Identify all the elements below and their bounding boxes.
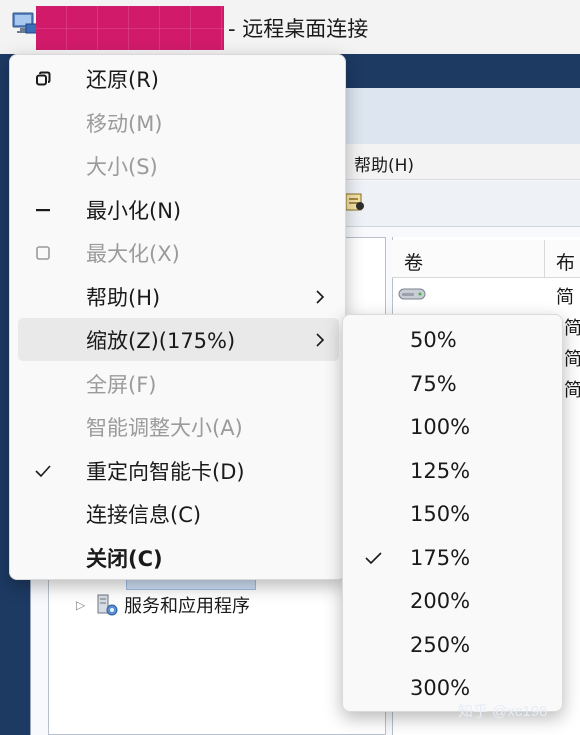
- disk-drive-icon: [398, 288, 426, 300]
- zoom-option-125[interactable]: 125%: [349, 449, 558, 492]
- remote-menu-help[interactable]: 帮助(H): [354, 151, 414, 176]
- menu-item-fullscreen[interactable]: 全屏(F): [18, 362, 339, 405]
- window-title: - 远程桌面连接: [228, 17, 369, 41]
- column-header-layout[interactable]: 布: [556, 248, 575, 275]
- maximize-icon: [32, 242, 54, 264]
- column-separator[interactable]: [544, 240, 545, 278]
- remote-app-menubar: 帮助(H): [340, 144, 580, 180]
- menu-item-smart-sizing[interactable]: 智能调整大小(A): [18, 405, 339, 448]
- menu-item-move[interactable]: 移动(M): [18, 101, 339, 144]
- menu-item-connection-info[interactable]: 连接信息(C): [18, 492, 339, 535]
- menu-item-help[interactable]: 帮助(H): [18, 275, 339, 318]
- menu-item-maximize[interactable]: 最大化(X): [18, 231, 339, 274]
- toolbar-properties-icon[interactable]: [344, 191, 366, 213]
- chevron-right-icon: [316, 289, 325, 304]
- zoom-submenu: 50% 75% 100% 125% 150% 175% 200% 250% 30…: [342, 314, 563, 712]
- menu-item-redirect-smartcard[interactable]: 重定向智能卡(D): [18, 449, 339, 492]
- tree-item-services[interactable]: ▷ 服务和应用程序: [76, 590, 250, 620]
- menu-item-close[interactable]: 关闭(C): [18, 536, 339, 579]
- check-icon: [365, 551, 382, 564]
- remote-app-toolbar: [340, 181, 580, 227]
- list-cell-layout: 简: [556, 287, 574, 308]
- chevron-right-icon: [316, 332, 325, 347]
- list-cell-layout: 简: [564, 349, 580, 370]
- zoom-option-250[interactable]: 250%: [349, 623, 558, 666]
- expand-arrow-icon[interactable]: ▷: [76, 598, 90, 612]
- zoom-option-150[interactable]: 150%: [349, 492, 558, 535]
- menu-item-size[interactable]: 大小(S): [18, 144, 339, 187]
- zoom-option-50[interactable]: 50%: [349, 318, 558, 361]
- list-cell-layout: 简: [564, 380, 580, 401]
- zoom-option-200[interactable]: 200%: [349, 579, 558, 622]
- tree-item-label: 服务和应用程序: [124, 596, 250, 617]
- menu-item-zoom[interactable]: 缩放(Z)(175%): [18, 318, 339, 361]
- menu-item-minimize[interactable]: 最小化(N): [18, 188, 339, 231]
- check-icon: [32, 460, 54, 482]
- restore-icon: [32, 68, 54, 90]
- zoom-option-75[interactable]: 75%: [349, 362, 558, 405]
- zoom-option-100[interactable]: 100%: [349, 405, 558, 448]
- title-bar[interactable]: - 远程桌面连接: [0, 0, 580, 54]
- remote-desktop-icon[interactable]: [12, 10, 38, 40]
- minimize-icon: [32, 199, 54, 221]
- system-menu: 还原(R) 移动(M) 大小(S) 最小化(N) 最大化(X) 帮助(H) 缩放…: [9, 54, 346, 580]
- zoom-option-175[interactable]: 175%: [349, 536, 558, 579]
- list-cell-layout: 简: [564, 318, 580, 339]
- menu-item-restore[interactable]: 还原(R): [18, 57, 339, 100]
- services-icon: [97, 594, 118, 616]
- watermark: 知乎 @xc198: [458, 703, 548, 720]
- volume-list-header: 卷 布: [392, 240, 580, 278]
- column-header-volume[interactable]: 卷: [404, 248, 423, 275]
- redacted-hostname: [36, 6, 224, 50]
